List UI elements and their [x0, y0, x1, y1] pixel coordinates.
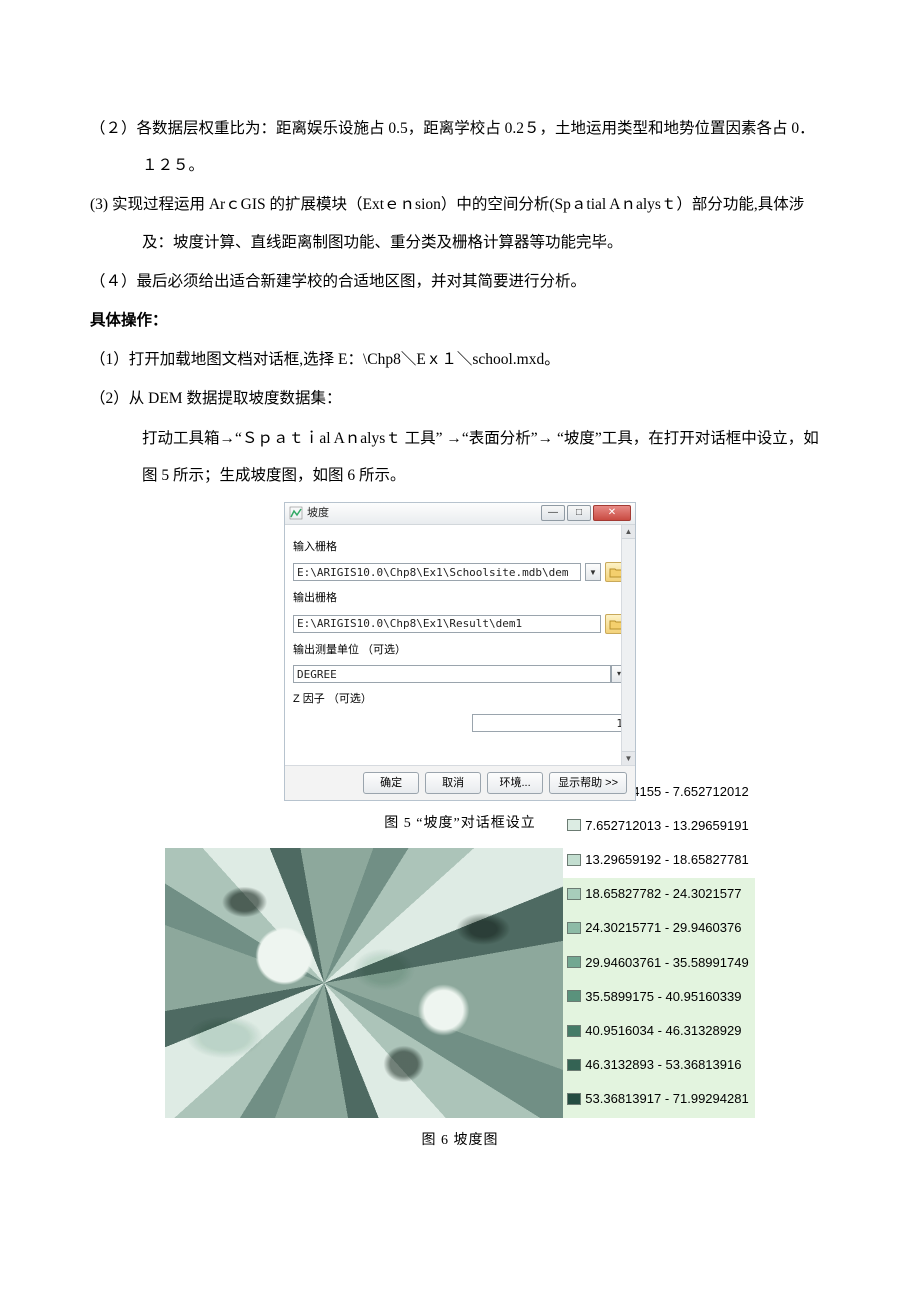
legend-range: 7.652712013 - 13.29659191 — [585, 810, 748, 841]
legend-item: 53.36813917 - 71.99294281 — [567, 1083, 748, 1114]
step-detail: 打动工具箱→“Ｓｐａｔｉal Aｎalysｔ 工具” →“表面分析”→ “坡度”… — [90, 420, 830, 494]
minimize-button[interactable]: — — [541, 505, 565, 521]
scroll-up-icon[interactable]: ▲ — [622, 525, 635, 539]
z-factor-field[interactable] — [472, 714, 627, 732]
legend-swatch — [567, 888, 581, 900]
figure-6: 0.033474155 - 7.6527120127.652712013 - 1… — [90, 848, 830, 1118]
legend-item: 7.652712013 - 13.29659191 — [567, 810, 748, 841]
legend-item: 40.9516034 - 46.31328929 — [567, 1015, 748, 1046]
maximize-button[interactable]: □ — [567, 505, 591, 521]
output-raster-label: 输出栅格 — [293, 585, 627, 611]
input-raster-label: 输入栅格 — [293, 534, 627, 560]
step: （2）从 DEM 数据提取坡度数据集： — [90, 380, 830, 417]
document-body: （２）各数据层权重比为：距离娱乐设施占 0.5，距离学校占 0.2５，土地运用类… — [90, 110, 830, 1158]
legend-swatch — [567, 1093, 581, 1105]
legend-item: 18.65827782 - 24.3021577 — [567, 878, 748, 909]
legend-item: 35.5899175 - 40.95160339 — [567, 981, 748, 1012]
legend-swatch — [567, 956, 581, 968]
legend-range: 24.30215771 - 29.9460376 — [585, 912, 741, 943]
legend-item: 46.3132893 - 53.36813916 — [567, 1049, 748, 1080]
legend-range: 46.3132893 - 53.36813916 — [585, 1049, 741, 1080]
legend-range: 13.29659192 - 18.65827781 — [585, 844, 748, 875]
scroll-down-icon[interactable]: ▼ — [622, 751, 635, 765]
env-button[interactable]: 环境... — [487, 772, 543, 794]
legend-range: 40.9516034 - 46.31328929 — [585, 1015, 741, 1046]
help-button[interactable]: 显示帮助 >> — [549, 772, 627, 794]
legend-item: 13.29659192 - 18.65827781 — [567, 844, 748, 875]
legend-swatch — [567, 854, 581, 866]
legend-item: 29.94603761 - 35.58991749 — [567, 947, 748, 978]
output-unit-label: 输出测量单位 （可选） — [293, 637, 627, 663]
legend-item: 24.30215771 - 29.9460376 — [567, 912, 748, 943]
dialog-titlebar: 坡度 — □ ✕ — [285, 503, 635, 525]
paragraph: (3) 实现过程运用 ArｃGIS 的扩展模块（Extｅｎsion）中的空间分析… — [90, 186, 830, 260]
output-unit-select[interactable] — [293, 665, 611, 683]
ok-button[interactable]: 确定 — [363, 772, 419, 794]
legend-swatch — [567, 1025, 581, 1037]
legend-swatch — [567, 990, 581, 1002]
legend-range: 35.5899175 - 40.95160339 — [585, 981, 741, 1012]
slope-dialog: 坡度 — □ ✕ ▲ ▼ 输入栅格 ▼ — [284, 502, 636, 801]
dropdown-icon[interactable]: ▼ — [585, 563, 601, 581]
figure-6-caption: 图 6 坡度图 — [90, 1124, 830, 1158]
legend-range: 53.36813917 - 71.99294281 — [585, 1083, 748, 1114]
step: （1）打开加载地图文档对话框,选择 E：\Chp8＼Eｘ１＼school.mxd… — [90, 341, 830, 378]
legend-swatch — [567, 922, 581, 934]
legend-swatch — [567, 1059, 581, 1071]
scrollbar[interactable]: ▲ ▼ — [621, 525, 635, 765]
legend-swatch — [567, 819, 581, 831]
dialog-body: ▲ ▼ 输入栅格 ▼ 输出栅格 — [285, 525, 635, 765]
output-raster-field[interactable] — [293, 615, 601, 633]
input-raster-field[interactable] — [293, 563, 581, 581]
section-heading: 具体操作： — [90, 302, 830, 339]
window-buttons: — □ ✕ — [539, 505, 631, 521]
app-icon — [289, 506, 303, 520]
paragraph: （４）最后必须给出适合新建学校的合适地区图，并对其简要进行分析。 — [90, 263, 830, 300]
legend: 0.033474155 - 7.6527120127.652712013 - 1… — [563, 878, 754, 1118]
legend-range: 29.94603761 - 35.58991749 — [585, 947, 748, 978]
legend-range: 18.65827782 - 24.3021577 — [585, 878, 741, 909]
z-factor-label: Z 因子 （可选） — [293, 686, 627, 712]
close-button[interactable]: ✕ — [593, 505, 631, 521]
slope-map-image — [165, 848, 563, 1118]
paragraph: （２）各数据层权重比为：距离娱乐设施占 0.5，距离学校占 0.2５，土地运用类… — [90, 110, 830, 184]
dialog-footer: 确定 取消 环境... 显示帮助 >> — [285, 765, 635, 800]
cancel-button[interactable]: 取消 — [425, 772, 481, 794]
dialog-title: 坡度 — [307, 500, 539, 526]
